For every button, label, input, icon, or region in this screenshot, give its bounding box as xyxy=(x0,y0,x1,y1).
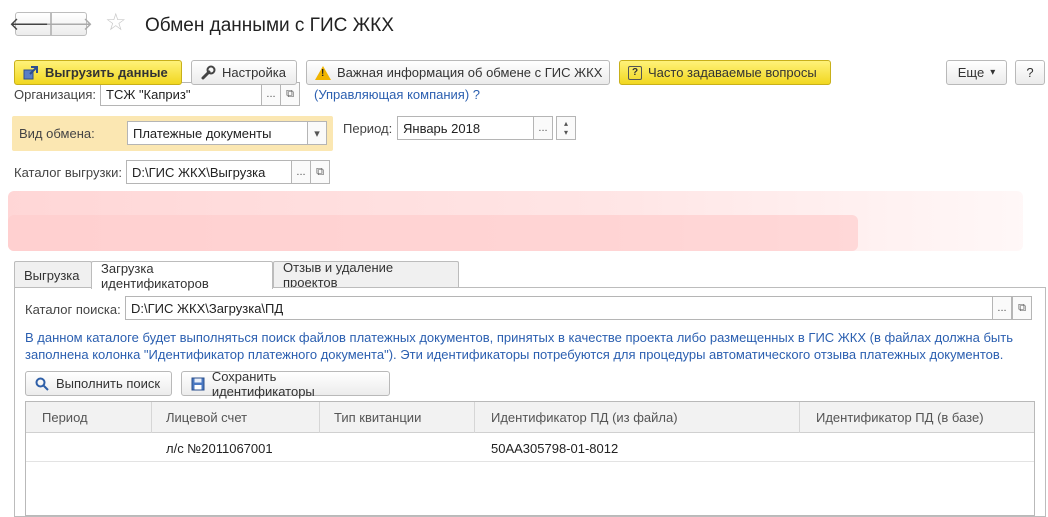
upload-data-label: Выгрузить данные xyxy=(45,65,168,80)
cell-id-db[interactable] xyxy=(816,435,1026,461)
search-catalog-field[interactable]: D:\ГИС ЖКХ\Загрузка\ПД xyxy=(125,296,993,320)
open-icon: ⧉ xyxy=(316,165,324,178)
tab-load-ids-label: Загрузка идентификаторов xyxy=(101,260,209,291)
period-dots-button[interactable]: ... xyxy=(533,116,553,140)
tab-upload-label: Выгрузка xyxy=(24,267,80,283)
arrow-right-icon: 🡒 xyxy=(44,14,94,34)
tab-revoke-projects-label: Отзыв и удаление проектов xyxy=(283,260,394,290)
cell-receipt-type[interactable] xyxy=(334,435,474,461)
upload-icon xyxy=(23,65,39,81)
star-icon[interactable]: ☆ xyxy=(105,11,127,35)
exchange-type-label: Вид обмена: xyxy=(19,126,95,141)
catalog-open-button[interactable]: ⧉ xyxy=(310,160,330,184)
period-label: Период: xyxy=(343,121,393,136)
period-spinner[interactable]: ▴ ▾ xyxy=(556,116,576,140)
cell-id-file[interactable]: 50АА305798-01-8012 xyxy=(491,435,791,461)
search-catalog-dots-button[interactable]: ... xyxy=(992,296,1012,320)
more-label: Еще xyxy=(957,65,985,80)
cell-period[interactable] xyxy=(42,435,152,461)
chevron-down-icon: ▾ xyxy=(990,67,996,78)
catalog-field[interactable]: D:\ГИС ЖКХ\Выгрузка xyxy=(126,160,292,184)
column-header[interactable]: Лицевой счет xyxy=(152,402,320,433)
column-header[interactable]: Период xyxy=(26,402,152,433)
help-label: ? xyxy=(1026,65,1034,80)
search-icon xyxy=(34,376,50,392)
important-info-button[interactable]: Важная информация об обмене с ГИС ЖКХ xyxy=(306,60,610,85)
row-divider xyxy=(26,461,1034,462)
redacted-area-2 xyxy=(8,215,858,251)
cell-account[interactable]: л/с №2011067001 xyxy=(166,435,316,461)
ids-table[interactable]: Период Лицевой счет Тип квитанции Иденти… xyxy=(25,401,1035,516)
faq-button[interactable]: ? Часто задаваемые вопросы xyxy=(619,60,831,85)
faq-label: Часто задаваемые вопросы xyxy=(648,65,817,80)
question-icon: ? xyxy=(628,65,642,80)
important-info-label: Важная информация об обмене с ГИС ЖКХ xyxy=(337,65,603,80)
catalog-label: Каталог выгрузки: xyxy=(14,165,122,180)
save-ids-button[interactable]: Сохранить идентификаторы xyxy=(181,368,390,399)
column-header[interactable]: Идентификатор ПД (из файла) xyxy=(475,402,800,433)
open-icon: ⧉ xyxy=(1018,301,1026,314)
settings-button[interactable]: Настройка xyxy=(191,60,297,85)
help-button[interactable]: ? xyxy=(1015,60,1045,85)
spin-up-icon: ▴ xyxy=(563,119,568,128)
run-search-button[interactable]: Выполнить поиск xyxy=(25,371,172,396)
open-icon: ⧉ xyxy=(286,87,294,100)
save-icon xyxy=(190,376,206,392)
period-field[interactable]: Январь 2018 xyxy=(397,116,534,140)
upload-data-button[interactable]: Выгрузить данные xyxy=(14,60,182,85)
run-search-label: Выполнить поиск xyxy=(56,376,161,391)
org-dots-button[interactable]: ... xyxy=(261,82,281,106)
exchange-type-select[interactable]: Платежные документы xyxy=(127,121,308,145)
search-catalog-label: Каталог поиска: xyxy=(25,302,121,317)
tab-upload[interactable]: Выгрузка xyxy=(14,261,92,288)
org-field[interactable]: ТСЖ "Каприз" xyxy=(100,82,262,106)
forward-button[interactable]: 🡒 xyxy=(45,12,93,36)
tab-load-ids[interactable]: Загрузка идентификаторов xyxy=(91,260,273,291)
warning-icon xyxy=(315,65,331,80)
org-note-link[interactable]: (Управляющая компания) ? xyxy=(314,87,480,102)
column-header[interactable]: Идентификатор ПД (в базе) xyxy=(800,402,1036,433)
catalog-dots-button[interactable]: ... xyxy=(291,160,311,184)
info-text: В данном каталоге будет выполняться поис… xyxy=(25,330,1013,362)
spin-down-icon: ▾ xyxy=(563,128,568,137)
chevron-down-icon: ▾ xyxy=(314,127,320,140)
more-button[interactable]: Еще ▾ xyxy=(946,60,1007,85)
search-catalog-open-button[interactable]: ⧉ xyxy=(1012,296,1032,320)
page-title: Обмен данными с ГИС ЖКХ xyxy=(145,15,394,36)
settings-label: Настройка xyxy=(222,65,286,80)
wrench-icon xyxy=(200,65,216,81)
org-label: Организация: xyxy=(14,87,97,102)
org-open-button[interactable]: ⧉ xyxy=(280,82,300,106)
table-header: Период Лицевой счет Тип квитанции Иденти… xyxy=(26,402,1034,433)
tab-revoke-projects[interactable]: Отзыв и удаление проектов xyxy=(273,260,459,290)
save-ids-label: Сохранить идентификаторы xyxy=(211,368,315,399)
column-header[interactable]: Тип квитанции xyxy=(320,402,475,433)
exchange-type-dropdown-button[interactable]: ▾ xyxy=(307,121,327,145)
